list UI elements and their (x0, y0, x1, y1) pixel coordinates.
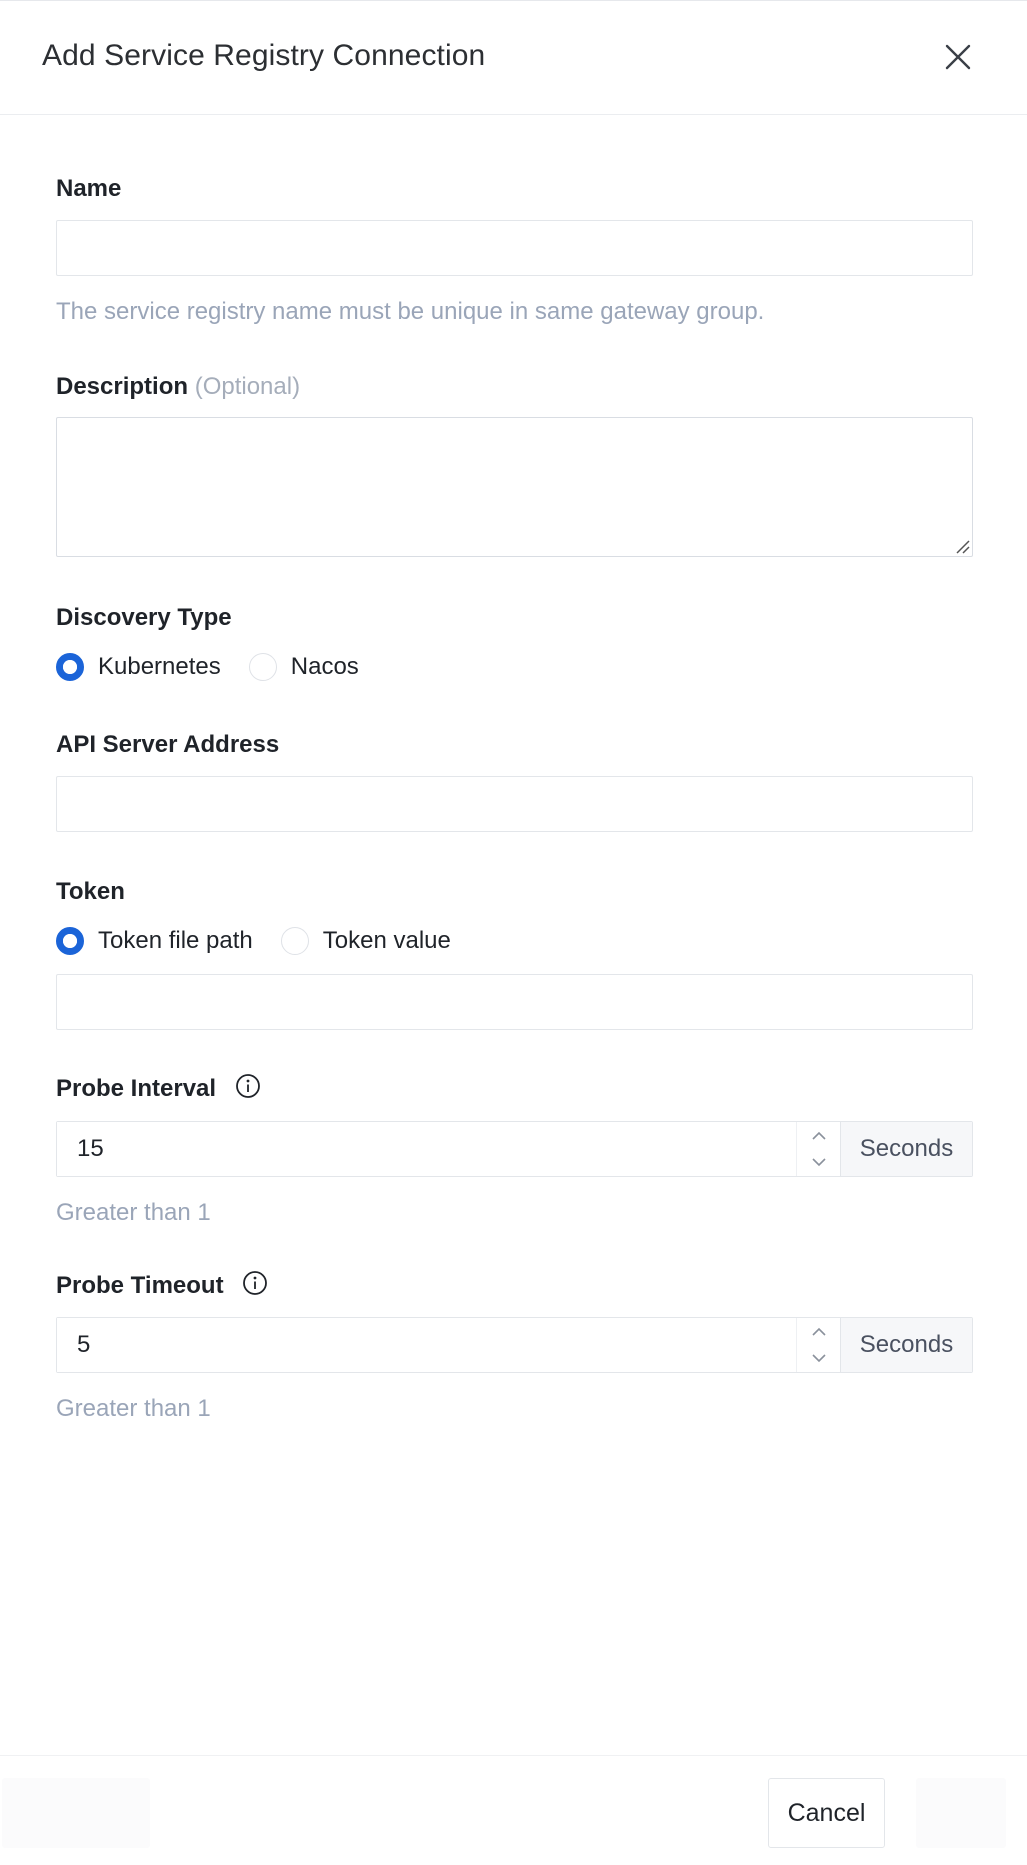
probe-timeout-help-text: Greater than 1 (56, 1395, 211, 1422)
token-label: Token (56, 878, 125, 905)
info-icon[interactable] (242, 1270, 268, 1296)
drawer: Add Service Registry Connection Name The… (0, 0, 1027, 1865)
optional-hint: (Optional) (194, 373, 301, 400)
token-input[interactable] (56, 974, 973, 1030)
radio-token-file-path-label: Token file path (98, 927, 253, 954)
increment-button[interactable] (797, 1318, 840, 1345)
submit-button[interactable] (916, 1778, 1006, 1848)
increment-button[interactable] (797, 1122, 840, 1149)
probe-interval-number-input: Seconds (56, 1121, 973, 1177)
resize-handle-icon[interactable] (954, 538, 970, 554)
close-icon (945, 44, 971, 70)
chevron-down-icon (811, 1158, 826, 1167)
name-help-text: The service registry name must be unique… (56, 298, 765, 325)
probe-interval-help-text: Greater than 1 (56, 1199, 211, 1226)
radio-nacos[interactable]: Nacos (248, 653, 359, 681)
api-server-input[interactable] (56, 776, 973, 832)
radio-checked-icon (56, 653, 84, 681)
probe-timeout-stepper (796, 1318, 840, 1372)
probe-timeout-input[interactable] (57, 1318, 796, 1372)
probe-interval-stepper (796, 1122, 840, 1176)
decrement-button[interactable] (797, 1149, 840, 1176)
probe-interval-label: Probe Interval (56, 1073, 261, 1103)
discovery-type-radio-group: Kubernetes Nacos (56, 653, 387, 681)
token-radio-group: Token file path Token value (56, 927, 479, 955)
radio-kubernetes-label: Kubernetes (98, 653, 221, 680)
close-button[interactable] (942, 41, 974, 73)
radio-token-file-path[interactable]: Token file path (56, 927, 253, 955)
name-label: Name (56, 175, 122, 202)
unit-addon: Seconds (840, 1318, 972, 1372)
description-textarea[interactable] (56, 417, 973, 557)
chevron-up-icon (811, 1327, 826, 1336)
description-label-text: Description (56, 373, 189, 400)
radio-token-value[interactable]: Token value (280, 927, 451, 955)
radio-nacos-label: Nacos (290, 653, 359, 680)
chevron-down-icon (811, 1354, 826, 1363)
radio-kubernetes[interactable]: Kubernetes (56, 653, 221, 681)
unit-addon: Seconds (840, 1122, 972, 1176)
decrement-button[interactable] (797, 1345, 840, 1372)
name-input[interactable] (56, 220, 973, 276)
footer-left-button[interactable] (2, 1778, 150, 1848)
probe-timeout-label-text: Probe Timeout (56, 1272, 224, 1299)
radio-unchecked-icon (280, 927, 309, 955)
probe-timeout-label: Probe Timeout (56, 1270, 268, 1300)
drawer-footer: Cancel (0, 1755, 1027, 1865)
chevron-up-icon (811, 1131, 826, 1140)
probe-interval-input[interactable] (57, 1122, 796, 1176)
info-icon[interactable] (235, 1073, 261, 1099)
description-label: Description (Optional) (56, 373, 300, 401)
radio-checked-icon (56, 927, 84, 955)
radio-token-value-label: Token value (322, 927, 451, 954)
probe-interval-label-text: Probe Interval (56, 1075, 217, 1102)
probe-timeout-number-input: Seconds (56, 1317, 973, 1373)
drawer-header: Add Service Registry Connection (0, 1, 1027, 115)
api-server-label: API Server Address (56, 731, 280, 758)
cancel-button[interactable]: Cancel (768, 1778, 885, 1848)
drawer-title: Add Service Registry Connection (42, 39, 486, 72)
discovery-type-label: Discovery Type (56, 604, 232, 631)
radio-unchecked-icon (248, 653, 277, 681)
